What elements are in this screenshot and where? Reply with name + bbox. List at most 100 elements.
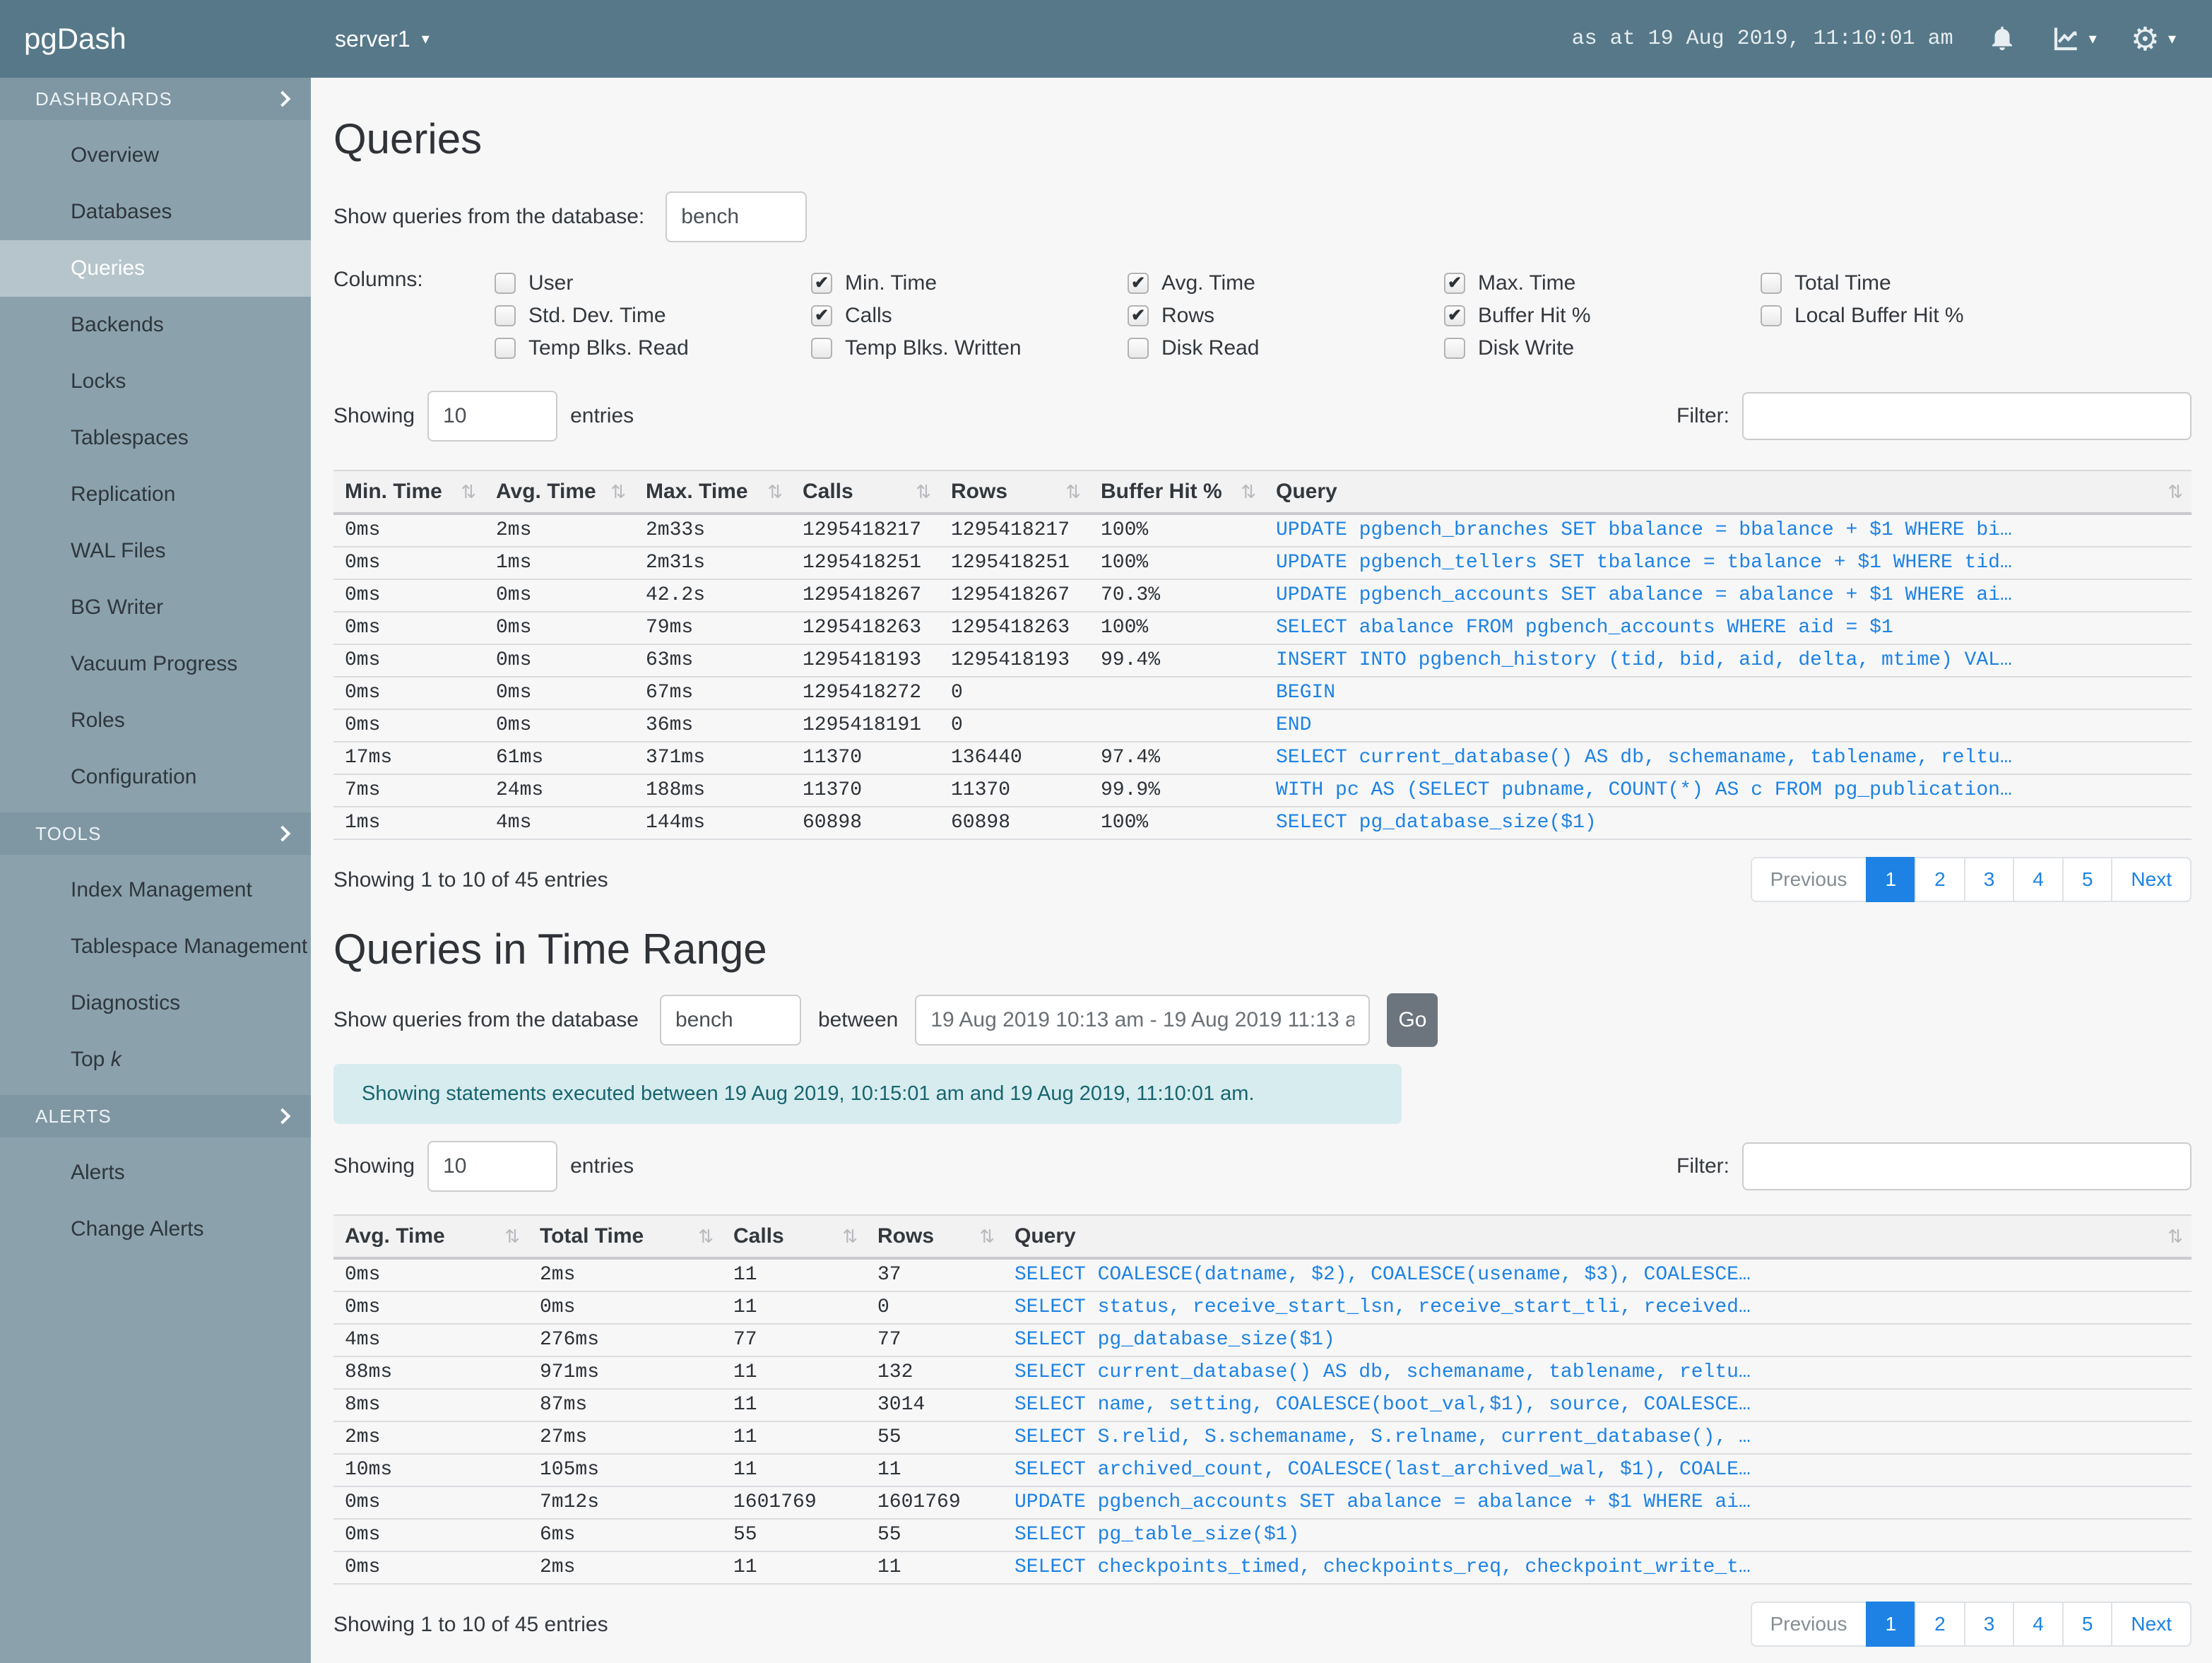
checkbox-checked[interactable]: ✔	[1128, 273, 1149, 294]
query-link[interactable]: SELECT status, receive_start_lsn, receiv…	[1003, 1291, 2192, 1325]
page-size-input[interactable]	[427, 391, 558, 442]
query-link[interactable]: SELECT current_database() AS db, scheman…	[1003, 1356, 2192, 1390]
column-option-std-dev-time[interactable]: Std. Dev. Time	[495, 300, 811, 331]
query-link[interactable]: WITH pc AS (SELECT pubname, COUNT(*) AS …	[1265, 774, 2192, 807]
query-link[interactable]: END	[1265, 709, 2192, 742]
column-header-total-time[interactable]: Total Time ⇅	[528, 1214, 722, 1260]
checkbox-checked[interactable]: ✔	[811, 273, 832, 294]
sidebar-item-index-management[interactable]: Index Management	[0, 862, 311, 918]
page-button-next[interactable]: Next	[2111, 1602, 2192, 1647]
sidebar-item-databases[interactable]: Databases	[0, 184, 311, 240]
page-button-3[interactable]: 3	[1963, 1602, 2015, 1647]
column-option-min-time[interactable]: ✔ Min. Time	[811, 268, 1128, 299]
column-header-rows[interactable]: Rows ⇅	[940, 470, 1089, 515]
sidebar-item-vacuum-progress[interactable]: Vacuum Progress	[0, 636, 311, 692]
sort-icon[interactable]: ⇅	[842, 1226, 858, 1248]
column-header-query[interactable]: Query ⇅	[1003, 1214, 2192, 1260]
column-header-min-time[interactable]: Min. Time ⇅	[333, 470, 485, 515]
sidebar-section-dashboards[interactable]: DASHBOARDS	[0, 78, 311, 120]
app-logo[interactable]: pgDash	[0, 22, 311, 56]
query-link[interactable]: SELECT COALESCE(datname, $2), COALESCE(u…	[1003, 1258, 2192, 1292]
column-header-max-time[interactable]: Max. Time ⇅	[634, 470, 791, 515]
sidebar-item-locks[interactable]: Locks	[0, 353, 311, 410]
sidebar-item-queries[interactable]: Queries	[0, 240, 311, 297]
sidebar-item-top-k[interactable]: Top k	[0, 1031, 311, 1088]
checkbox-unchecked[interactable]	[1761, 273, 1782, 294]
sidebar-item-backends[interactable]: Backends	[0, 297, 311, 353]
filter-input[interactable]	[1742, 1142, 2192, 1190]
page-button-4[interactable]: 4	[2013, 857, 2064, 902]
page-button-previous[interactable]: Previous	[1750, 1602, 1867, 1647]
checkbox-unchecked[interactable]	[1761, 305, 1782, 326]
column-option-rows[interactable]: ✔ Rows	[1128, 300, 1444, 331]
query-link[interactable]: SELECT pg_database_size($1)	[1003, 1324, 2192, 1357]
sort-icon[interactable]: ⇅	[767, 481, 783, 503]
query-link[interactable]: SELECT abalance FROM pgbench_accounts WH…	[1265, 612, 2192, 645]
sidebar-item-diagnostics[interactable]: Diagnostics	[0, 975, 311, 1031]
checkbox-checked[interactable]: ✔	[1128, 305, 1149, 326]
sort-icon[interactable]: ⇅	[2167, 481, 2183, 503]
sidebar-item-configuration[interactable]: Configuration	[0, 749, 311, 805]
sort-icon[interactable]: ⇅	[2167, 1226, 2183, 1248]
column-header-query[interactable]: Query ⇅	[1265, 470, 2192, 515]
database-input[interactable]	[666, 191, 808, 242]
query-link[interactable]: SELECT checkpoints_timed, checkpoints_re…	[1003, 1551, 2192, 1585]
charts-menu-button[interactable]: ▾	[2051, 24, 2097, 54]
sidebar-item-bg-writer[interactable]: BG Writer	[0, 579, 311, 636]
notifications-button[interactable]	[1987, 24, 2017, 54]
column-header-avg-time[interactable]: Avg. Time ⇅	[333, 1214, 528, 1260]
query-link[interactable]: INSERT INTO pgbench_history (tid, bid, a…	[1265, 644, 2192, 677]
page-button-5[interactable]: 5	[2062, 857, 2113, 902]
go-button[interactable]: Go	[1387, 993, 1438, 1047]
column-option-local-buffer-hit[interactable]: Local Buffer Hit %	[1761, 300, 2077, 331]
page-button-2[interactable]: 2	[1915, 857, 1965, 902]
page-button-next[interactable]: Next	[2111, 857, 2192, 902]
checkbox-checked[interactable]: ✔	[1444, 305, 1465, 326]
query-link[interactable]: UPDATE pgbench_accounts SET abalance = a…	[1265, 579, 2192, 612]
sidebar-item-overview[interactable]: Overview	[0, 127, 311, 184]
query-link[interactable]: BEGIN	[1265, 677, 2192, 710]
sort-icon[interactable]: ⇅	[461, 481, 476, 503]
checkbox-unchecked[interactable]	[811, 338, 832, 359]
sort-icon[interactable]: ⇅	[1065, 481, 1081, 503]
query-link[interactable]: UPDATE pgbench_branches SET bbalance = b…	[1265, 514, 2192, 548]
sidebar-section-alerts[interactable]: ALERTS	[0, 1095, 311, 1137]
sort-icon[interactable]: ⇅	[1241, 481, 1256, 503]
column-option-disk-write[interactable]: Disk Write	[1444, 333, 1761, 364]
column-option-temp-blks-read[interactable]: Temp Blks. Read	[495, 333, 811, 364]
settings-menu-button[interactable]: ⚙ ▾	[2131, 23, 2176, 55]
sidebar-item-change-alerts[interactable]: Change Alerts	[0, 1201, 311, 1257]
date-range-input[interactable]	[915, 995, 1371, 1046]
column-option-buffer-hit[interactable]: ✔ Buffer Hit %	[1444, 300, 1761, 331]
column-option-total-time[interactable]: Total Time	[1761, 268, 2077, 299]
query-link[interactable]: SELECT S.relid, S.schemaname, S.relname,…	[1003, 1421, 2192, 1455]
sidebar-item-wal-files[interactable]: WAL Files	[0, 523, 311, 579]
page-size-input[interactable]	[427, 1141, 558, 1192]
checkbox-unchecked[interactable]	[495, 338, 516, 359]
column-option-user[interactable]: User	[495, 268, 811, 299]
query-link[interactable]: SELECT pg_database_size($1)	[1265, 807, 2192, 840]
query-link[interactable]: SELECT name, setting, COALESCE(boot_val,…	[1003, 1389, 2192, 1422]
page-button-previous[interactable]: Previous	[1750, 857, 1867, 902]
query-link[interactable]: UPDATE pgbench_tellers SET tbalance = tb…	[1265, 547, 2192, 580]
checkbox-unchecked[interactable]	[1128, 338, 1149, 359]
page-button-4[interactable]: 4	[2013, 1602, 2064, 1647]
sort-icon[interactable]: ⇅	[979, 1226, 995, 1248]
sort-icon[interactable]: ⇅	[916, 481, 931, 503]
sort-icon[interactable]: ⇅	[504, 1226, 520, 1248]
column-header-buffer-hit[interactable]: Buffer Hit % ⇅	[1089, 470, 1265, 515]
column-option-disk-read[interactable]: Disk Read	[1128, 333, 1444, 364]
column-option-calls[interactable]: ✔ Calls	[811, 300, 1128, 331]
column-option-max-time[interactable]: ✔ Max. Time	[1444, 268, 1761, 299]
column-option-avg-time[interactable]: ✔ Avg. Time	[1128, 268, 1444, 299]
sidebar-item-alerts[interactable]: Alerts	[0, 1144, 311, 1201]
column-header-avg-time[interactable]: Avg. Time ⇅	[485, 470, 634, 515]
filter-input[interactable]	[1742, 392, 2192, 440]
sidebar-item-tablespace-management[interactable]: Tablespace Management	[0, 918, 311, 975]
server-selector[interactable]: server1 ▾	[335, 26, 430, 52]
sort-icon[interactable]: ⇅	[698, 1226, 714, 1248]
page-button-5[interactable]: 5	[2062, 1602, 2113, 1647]
query-link[interactable]: UPDATE pgbench_accounts SET abalance = a…	[1003, 1486, 2192, 1520]
page-button-1[interactable]: 1	[1865, 857, 1917, 902]
checkbox-checked[interactable]: ✔	[811, 305, 832, 326]
